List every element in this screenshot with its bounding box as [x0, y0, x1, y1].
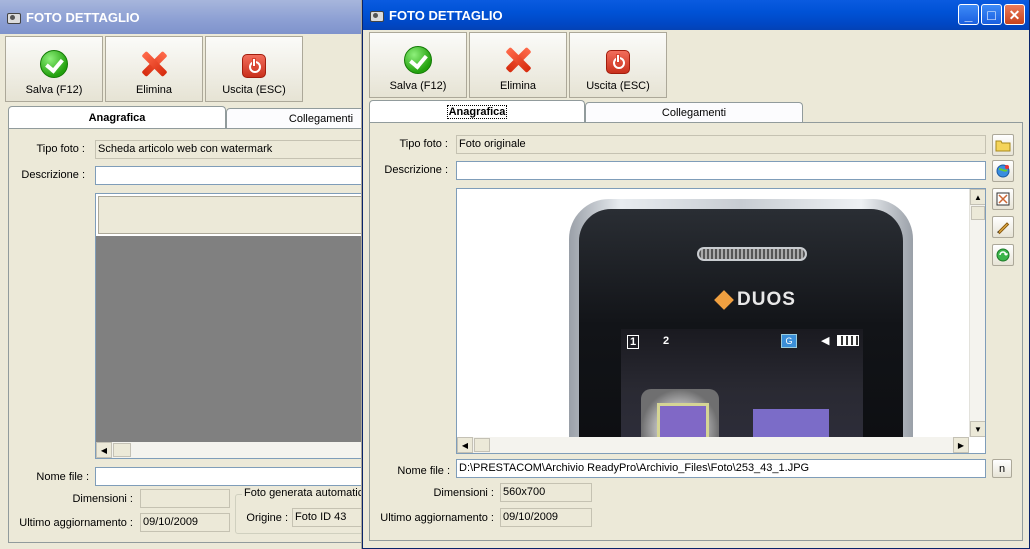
phone-brand: DUOS	[714, 289, 796, 311]
tab-collegamenti[interactable]: Collegamenti	[226, 108, 361, 128]
tipo-foto-field[interactable]: Scheda articolo web con watermark	[95, 140, 361, 159]
nome-file-label: Nome file :	[397, 465, 450, 477]
image-hscroll[interactable]: ◀ ▶	[457, 437, 969, 453]
phone-photo: DUOS 1 2 G ◀	[569, 199, 913, 437]
front-toolbar: Salva (F12) Elimina Uscita (ESC)	[369, 32, 667, 100]
scroll-up-arrow-icon[interactable]: ▲	[970, 189, 985, 205]
ultimo-aggiornamento-field: 09/10/2009	[500, 508, 592, 527]
phone-app-icon	[641, 389, 719, 437]
image-vscroll[interactable]: ▲ ▼	[969, 189, 985, 437]
resize-icon	[996, 192, 1010, 206]
maximize-button[interactable]: □	[981, 4, 1002, 25]
delete-button[interactable]: Elimina	[105, 36, 203, 102]
origine-field: Foto ID 43	[292, 508, 361, 527]
descrizione-label: Descrizione :	[21, 169, 85, 181]
save-button[interactable]: Salva (F12)	[369, 32, 467, 98]
exit-button[interactable]: Uscita (ESC)	[205, 36, 303, 102]
window-controls: _ □ ✕	[958, 4, 1025, 25]
back-toolbar: Salva (F12) Elimina Uscita (ESC)	[5, 36, 303, 104]
front-tabs: Anagrafica Collegamenti	[369, 100, 803, 122]
camera-icon	[369, 8, 384, 22]
speaker-icon: ◀	[821, 335, 830, 347]
phone-app-icon	[753, 409, 829, 437]
scroll-down-arrow-icon[interactable]: ▼	[970, 421, 985, 437]
tab-anagrafica[interactable]: Anagrafica	[369, 100, 585, 122]
power-icon	[606, 50, 630, 74]
ultimo-aggiornamento-label: Ultimo aggiornamento :	[19, 517, 133, 529]
folder-icon	[995, 140, 1011, 152]
delete-button[interactable]: Elimina	[469, 32, 567, 98]
phone-speaker	[697, 247, 807, 261]
dimensioni-field	[140, 489, 230, 508]
checkmark-icon	[40, 50, 68, 78]
auto-photo-group: Foto generata automatic Origine : Foto I…	[235, 487, 361, 534]
tipo-foto-label: Tipo foto :	[399, 138, 448, 150]
delete-x-icon	[140, 50, 168, 78]
photo-viewport: DUOS 1 2 G ◀	[457, 189, 969, 437]
brand-logo-icon	[714, 290, 734, 310]
image-hscroll[interactable]: ◀	[96, 442, 361, 458]
front-tab-panel: Tipo foto : Foto originale Descrizione :…	[369, 122, 1023, 541]
back-window: FOTO DETTAGLIO Salva (F12) Elimina Uscit…	[0, 0, 362, 549]
save-button[interactable]: Salva (F12)	[5, 36, 103, 102]
phone-screen: 1 2 G ◀	[621, 329, 863, 437]
tab-collegamenti[interactable]: Collegamenti	[585, 102, 803, 122]
scroll-thumb[interactable]	[971, 206, 985, 220]
scroll-thumb[interactable]	[113, 443, 131, 457]
file-browse-button[interactable]: n	[992, 459, 1012, 478]
nome-file-input[interactable]	[95, 467, 361, 486]
close-button[interactable]: ✕	[1004, 4, 1025, 25]
front-window-titlebar[interactable]: FOTO DETTAGLIO _ □ ✕	[363, 0, 1029, 30]
recycle-button[interactable]	[992, 244, 1014, 266]
power-icon	[242, 54, 266, 78]
scroll-right-arrow-icon[interactable]: ▶	[953, 437, 969, 453]
tipo-foto-field[interactable]: Foto originale	[456, 135, 986, 154]
image-preview: DUOS 1 2 G ◀ ▲ ▼ ◀ ▶	[456, 188, 986, 454]
exit-button[interactable]: Uscita (ESC)	[569, 32, 667, 98]
edit-brush-icon	[997, 222, 1010, 235]
auto-photo-group-title: Foto generata automatic	[242, 487, 361, 499]
network-g-icon: G	[781, 334, 797, 348]
scroll-left-arrow-icon[interactable]: ◀	[457, 437, 473, 453]
back-window-titlebar[interactable]: FOTO DETTAGLIO	[0, 0, 361, 34]
checkmark-icon	[404, 46, 432, 74]
back-tab-panel: Tipo foto : Scheda articolo web con wate…	[8, 128, 361, 543]
descrizione-label: Descrizione :	[384, 164, 448, 176]
camera-icon	[6, 10, 21, 24]
battery-icon	[837, 335, 859, 346]
sim1-indicator: 1	[627, 335, 640, 349]
origine-label: Origine :	[246, 512, 288, 524]
scroll-left-arrow-icon[interactable]: ◀	[96, 442, 112, 458]
recycle-icon	[996, 248, 1010, 262]
image-preview: ◀	[95, 193, 361, 459]
web-globe-icon	[996, 164, 1010, 178]
dimensioni-field: 560x700	[500, 483, 592, 502]
delete-x-icon	[504, 46, 532, 74]
sim2-indicator: 2	[663, 335, 670, 347]
descrizione-input[interactable]	[456, 161, 986, 180]
open-folder-button[interactable]	[992, 134, 1014, 156]
nome-file-label: Nome file :	[36, 471, 89, 483]
front-window: FOTO DETTAGLIO _ □ ✕ Salva (F12) Elimina…	[362, 0, 1030, 549]
web-button[interactable]	[992, 160, 1014, 182]
back-window-title: FOTO DETTAGLIO	[26, 9, 140, 25]
resize-button[interactable]	[992, 188, 1014, 210]
back-tabs: Anagrafica Collegamenti	[8, 106, 361, 128]
dimensioni-label: Dimensioni :	[72, 493, 133, 505]
minimize-button[interactable]: _	[958, 4, 979, 25]
descrizione-input[interactable]	[95, 166, 361, 185]
ultimo-aggiornamento-label: Ultimo aggiornamento :	[380, 512, 494, 524]
tipo-foto-label: Tipo foto :	[36, 143, 85, 155]
edit-button[interactable]	[992, 216, 1014, 238]
front-window-title: FOTO DETTAGLIO	[389, 7, 503, 23]
dimensioni-label: Dimensioni :	[433, 487, 494, 499]
ultimo-aggiornamento-field: 09/10/2009	[140, 513, 230, 532]
tab-anagrafica[interactable]: Anagrafica	[8, 106, 226, 128]
scroll-thumb[interactable]	[474, 438, 490, 452]
nome-file-input[interactable]: D:\PRESTACOM\Archivio ReadyPro\Archivio_…	[456, 459, 986, 478]
